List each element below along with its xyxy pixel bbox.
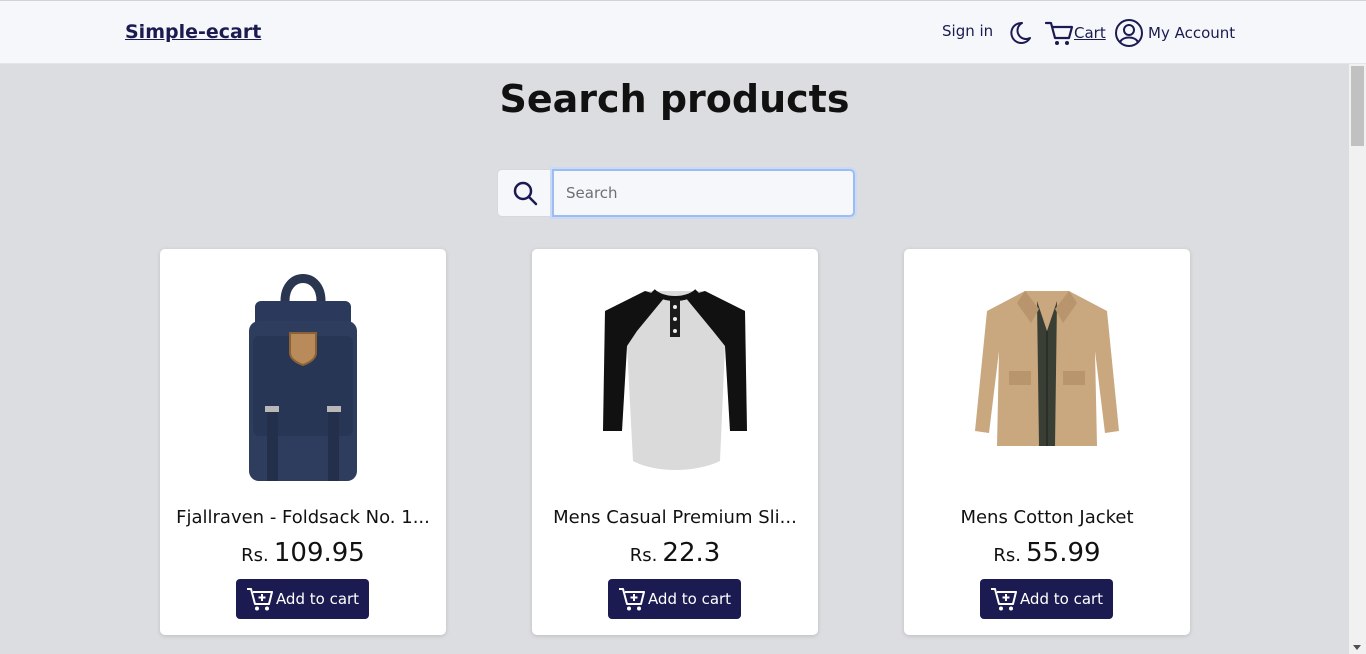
search-input[interactable] [552,169,855,217]
add-to-cart-label: Add to cart [647,590,732,608]
product-name[interactable]: Fjallraven - Foldsack No. 1... [170,507,436,528]
add-to-cart-label: Add to cart [275,590,360,608]
user-circle-icon [1115,19,1143,47]
price-value: 109.95 [273,538,365,568]
moon-icon[interactable] [1007,20,1033,46]
add-to-cart-button[interactable]: Add to cart [980,579,1113,619]
jacket-image[interactable] [947,261,1147,491]
backpack-image[interactable] [203,261,403,491]
my-account-link[interactable]: My Account [1114,18,1235,48]
cart-plus-icon [246,588,273,611]
search-button[interactable] [497,169,552,217]
add-to-cart-label: Add to cart [1019,590,1104,608]
raglan-tshirt-image[interactable] [575,261,775,491]
product-name[interactable]: Mens Casual Premium Sli... [542,507,808,528]
price-value: 22.3 [662,538,721,568]
search-icon [513,181,538,206]
cart-link[interactable]: Cart [1044,19,1106,47]
sign-in-link[interactable]: Sign in [942,22,993,40]
add-to-cart-button[interactable]: Add to cart [236,579,369,619]
page-title: Search products [499,77,850,121]
search-bar [497,169,855,217]
currency-label: Rs. [993,545,1022,566]
cart-plus-icon [618,588,645,611]
product-card: Fjallraven - Foldsack No. 1... Rs. 109.9… [160,249,446,635]
product-price: Rs. 109.95 [160,538,446,568]
my-account-label: My Account [1148,24,1236,42]
scrollbar[interactable] [1349,64,1366,654]
product-price: Rs. 55.99 [904,538,1190,568]
cart-label: Cart [1074,24,1106,42]
currency-label: Rs. [241,545,269,566]
cart-plus-icon [990,588,1017,611]
product-price: Rs. 22.3 [532,538,818,568]
add-to-cart-button[interactable]: Add to cart [608,579,741,619]
brand-link[interactable]: Simple-ecart [125,21,261,43]
cart-icon [1044,21,1074,45]
product-card: Mens Casual Premium Sli... Rs. 22.3 Add … [532,249,818,635]
scrollbar-thumb[interactable] [1351,66,1364,146]
navbar: Simple-ecart Sign in Cart My Account [0,0,1366,64]
scroll-down-arrow-icon[interactable] [1353,645,1361,650]
product-name[interactable]: Mens Cotton Jacket [914,507,1180,528]
product-card: Mens Cotton Jacket Rs. 55.99 Add to cart [904,249,1190,635]
currency-label: Rs. [629,545,658,566]
price-value: 55.99 [1026,538,1101,568]
